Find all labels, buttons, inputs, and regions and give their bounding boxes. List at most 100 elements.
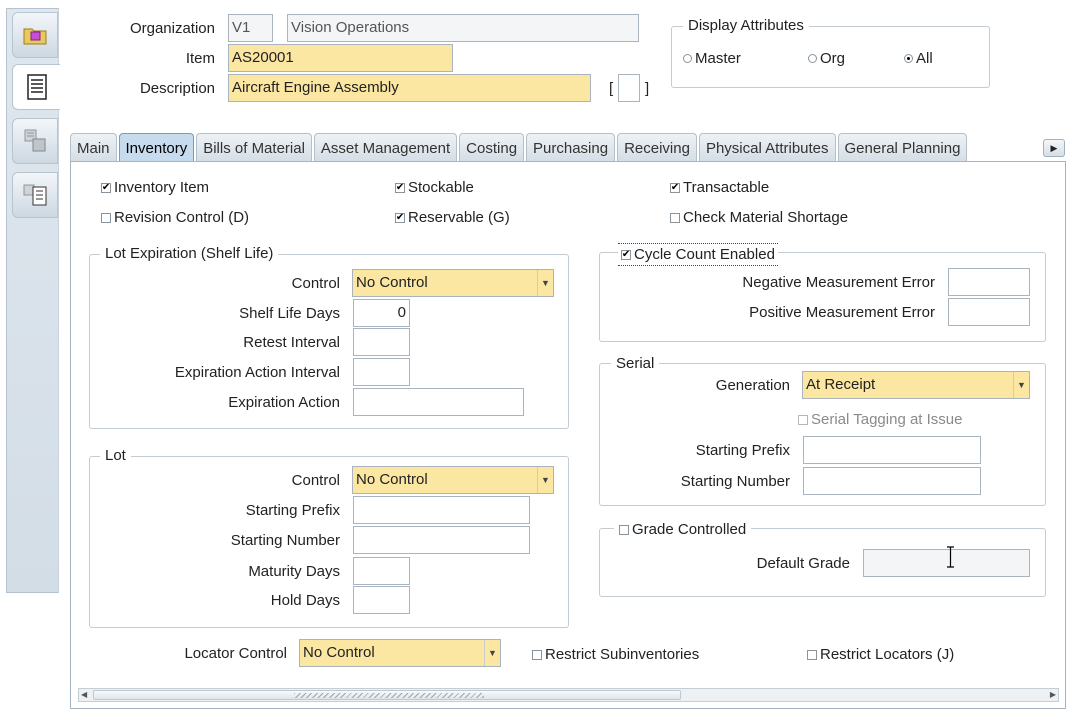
item-list-icon[interactable] [12,172,58,218]
dropdown-arrow-icon[interactable]: ▼ [1013,372,1029,398]
item-components-icon[interactable] [12,118,58,164]
negative-measurement-error-field[interactable] [948,268,1030,296]
stockable-label: Stockable [408,179,474,196]
serial-starting-prefix-field[interactable] [803,436,981,464]
default-grade-label: Default Grade [756,555,850,572]
tab-main[interactable]: Main [70,133,117,162]
cycle-count-enabled-label: Cycle Count Enabled [634,246,775,263]
organization-code-field[interactable]: V1 [228,14,273,42]
check-material-shortage-label: Check Material Shortage [683,209,849,226]
tab-inventory[interactable]: Inventory [118,133,195,162]
locator-control-select[interactable]: No Control ▼ [299,639,501,667]
organization-label: Organization [129,20,215,37]
inventory-item-checkbox[interactable]: ✔ Inventory Item [101,179,209,196]
serial-generation-select[interactable]: At Receipt ▼ [802,371,1030,399]
serial-tagging-checkbox[interactable]: Serial Tagging at Issue [798,411,963,428]
expiration-action-label: Expiration Action [228,394,340,411]
lot-starting-number-field[interactable] [353,526,530,554]
hold-days-field[interactable] [353,586,410,614]
serial-generation-value: At Receipt [806,376,876,393]
serial-generation-label: Generation [715,377,790,394]
expiration-action-interval-label: Expiration Action Interval [174,364,340,381]
item-field[interactable]: AS20001 [228,44,453,72]
revision-control-check-icon[interactable] [101,212,111,223]
shelf-life-days-field[interactable]: 0 [353,299,410,327]
serial-starting-prefix-label: Starting Prefix [695,442,790,459]
description-field[interactable]: Aircraft Engine Assembly [228,74,591,102]
restrict-subinventories-checkbox[interactable]: Restrict Subinventories [532,646,699,663]
revision-control-label: Revision Control (D) [114,209,250,226]
restrict-locators-label: Restrict Locators (J) [820,646,955,663]
tab-scroll-right-icon[interactable]: ▶ [1043,139,1065,157]
stockable-checkbox[interactable]: ✔ Stockable [395,179,474,196]
flexfield-bracket-close: ] [645,80,650,97]
tab-receiving[interactable]: Receiving [617,133,697,162]
retest-interval-field[interactable] [353,328,410,356]
cycle-count-check-icon[interactable]: ✔ [621,249,631,260]
lot-expiration-control-label: Control [291,275,340,292]
lot-expiration-title: Lot Expiration (Shelf Life) [100,245,279,262]
reservable-check-icon[interactable]: ✔ [395,212,405,223]
tab-general-planning[interactable]: General Planning [837,133,968,162]
radio-master-button[interactable] [683,54,692,63]
transactable-checkbox[interactable]: ✔ Transactable [670,179,769,196]
tab-bar: Main Inventory Bills of Material Asset M… [70,133,969,162]
hold-days-label: Hold Days [270,592,340,609]
tab-purchasing[interactable]: Purchasing [526,133,616,162]
dropdown-arrow-icon[interactable]: ▼ [484,640,500,666]
maturity-days-field[interactable] [353,557,410,585]
serial-tagging-check-icon[interactable] [798,414,808,425]
radio-all[interactable]: All [904,50,933,67]
dropdown-arrow-icon[interactable]: ▼ [537,467,553,493]
item-attributes-icon[interactable] [12,64,60,110]
expiration-action-field[interactable] [353,388,524,416]
restrict-locators-checkbox[interactable]: Restrict Locators (J) [807,646,954,663]
grade-controlled-checkbox[interactable]: Grade Controlled [614,521,752,538]
lot-starting-prefix-field[interactable] [353,496,530,524]
flexfield-bracket-open: [ [609,80,614,97]
reservable-checkbox[interactable]: ✔ Reservable (G) [395,209,510,226]
folder-icon[interactable] [12,12,58,58]
transactable-label: Transactable [683,179,770,196]
inventory-item-label: Inventory Item [114,179,210,196]
positive-measurement-error-field[interactable] [948,298,1030,326]
radio-org-button[interactable] [808,54,817,63]
tab-bills-of-material[interactable]: Bills of Material [196,133,312,162]
locator-control-label: Locator Control [184,645,287,662]
horizontal-scrollbar[interactable]: ◀ ▶ [78,688,1059,702]
serial-starting-number-field[interactable] [803,467,981,495]
scrollbar-thumb[interactable] [93,690,681,700]
descriptive-flexfield[interactable] [618,74,640,102]
lot-starting-prefix-label: Starting Prefix [245,502,340,519]
dropdown-arrow-icon[interactable]: ▼ [537,270,553,296]
tab-asset-management[interactable]: Asset Management [313,133,458,162]
scroll-right-icon[interactable]: ▶ [1050,689,1056,701]
positive-measurement-error-label: Positive Measurement Error [749,304,935,321]
restrict-subinventories-check-icon[interactable] [532,649,542,660]
tab-physical-attributes[interactable]: Physical Attributes [698,133,836,162]
restrict-subinventories-label: Restrict Subinventories [545,646,700,663]
check-material-shortage-checkbox[interactable]: Check Material Shortage [670,209,848,226]
check-material-shortage-check-icon[interactable] [670,212,680,223]
lot-expiration-control-select[interactable]: No Control ▼ [352,269,554,297]
expiration-action-interval-field[interactable] [353,358,410,386]
restrict-locators-check-icon[interactable] [807,649,817,660]
radio-org-label: Org [820,50,846,67]
retest-interval-label: Retest Interval [243,334,340,351]
scroll-left-icon[interactable]: ◀ [81,689,87,701]
description-label: Description [139,80,215,97]
tab-costing[interactable]: Costing [459,133,525,162]
revision-control-checkbox[interactable]: Revision Control (D) [101,209,249,226]
stockable-check-icon[interactable]: ✔ [395,182,405,193]
radio-org[interactable]: Org [808,50,845,67]
scrollbar-grip [294,693,484,698]
cycle-count-enabled-checkbox[interactable]: ✔ Cycle Count Enabled [618,243,778,266]
radio-all-button[interactable] [904,54,913,63]
inventory-item-check-icon[interactable]: ✔ [101,182,111,193]
radio-master[interactable]: Master [683,50,741,67]
organization-name-field[interactable]: Vision Operations [287,14,639,42]
negative-measurement-error-label: Negative Measurement Error [742,274,935,291]
transactable-check-icon[interactable]: ✔ [670,182,680,193]
grade-controlled-check-icon[interactable] [619,524,629,535]
lot-control-select[interactable]: No Control ▼ [352,466,554,494]
